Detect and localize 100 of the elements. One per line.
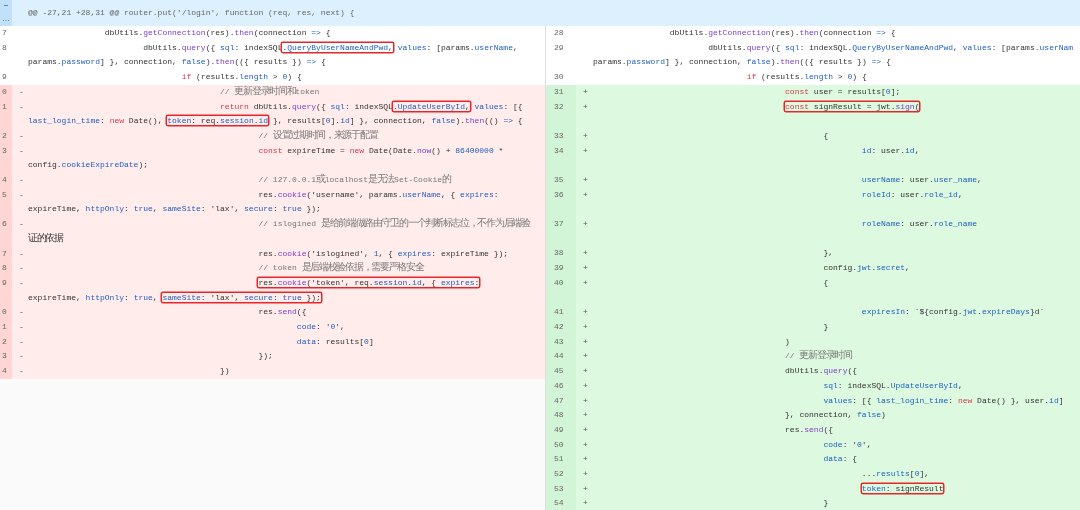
line-number: 51 [554, 454, 564, 464]
code-line: } [822, 497, 829, 510]
diff-sign: + [583, 175, 588, 184]
code-line: dbUtils.query({ sql: indexSQL.QueryByUserNameAndPwd, values: [params.userNam [707, 41, 1074, 54]
line-number: 2 [2, 130, 7, 140]
code-line: res.send({ [784, 423, 834, 436]
diff-sign: - [19, 336, 24, 346]
code-line: last_login_time: new Date(), token: req.session.id }, results[0].id] }, connection, false).then(() => { [28, 115, 523, 128]
code-line: }) [219, 365, 230, 378]
diff-sign: + [583, 498, 588, 508]
code-line: res.cookie('token', req.session.id, { expires: [257, 276, 480, 289]
expand-icon[interactable] [3, 3, 9, 23]
diff-sign: - [19, 189, 24, 199]
line-number: 44 [554, 351, 564, 361]
line-number: 0 [2, 86, 7, 96]
diff-sign: + [583, 307, 588, 317]
diff-sign: + [583, 424, 588, 434]
code-line: // token 是后端校验依据，需要严格安全 [257, 261, 424, 276]
diff-sign: - [19, 175, 24, 185]
code-line: dbUtils.getConnection(res).then(connection => { [668, 27, 896, 39]
code-line: token: signResult [860, 482, 944, 495]
line-number: 31 [554, 86, 564, 96]
line-number: 48 [554, 410, 564, 420]
line-number: 43 [554, 336, 564, 346]
line-number: 50 [554, 439, 564, 449]
line-number: 3 [2, 351, 7, 361]
diff-sign: - [19, 86, 24, 96]
line-number: 4 [2, 366, 7, 376]
code-line: // 更新登录时间和token [219, 84, 320, 99]
code-line: id: user.id, [860, 144, 920, 157]
line-number: 1 [2, 322, 7, 332]
diff-sign: - [19, 351, 24, 361]
code-line: { [822, 129, 829, 142]
line-number: 40 [554, 277, 564, 287]
line-number: 9 [2, 277, 7, 287]
diff-sign: + [583, 248, 588, 258]
code-line: config.cookieExpireDate); [28, 159, 149, 172]
code-line: return dbUtils.query({ sql: indexSQL.UpdateUserById, values: [{ [219, 100, 523, 113]
diff-sign: + [583, 219, 588, 229]
code-line: if (results.length > 0) { [180, 71, 302, 84]
code-line: data: results[0] [295, 335, 374, 348]
line-number: 3 [2, 145, 7, 155]
line-number: 0 [2, 307, 7, 317]
diff-sign: + [583, 101, 588, 111]
line-number: 54 [554, 498, 564, 508]
code-line: // 127.0.0.1或localhost是无法Set-Cookie的 [257, 173, 451, 188]
diff-sign: + [583, 366, 588, 376]
diff-sign: - [19, 366, 24, 376]
line-number: 36 [554, 189, 564, 199]
line-number: 1 [2, 101, 7, 111]
diff-sign: - [19, 248, 24, 258]
code-line: code: '0', [822, 438, 872, 451]
diff-sign: + [583, 189, 588, 199]
diff-sign: + [583, 336, 588, 346]
hunk-header: @@ -27,21 +28,31 @@ router.put('/login', function (req, res, next) { [27, 6, 355, 19]
code-line: roleName: user.role_name [860, 218, 978, 231]
code-line: roleId: user.role_id, [860, 188, 963, 201]
line-number: 32 [554, 101, 564, 111]
line-number: 30 [554, 72, 564, 82]
line-number: 9 [2, 72, 7, 82]
code-line: expireTime, httpOnly: true, sameSite: 'lax', secure: true }); [28, 291, 321, 304]
code-line: // 更新登录时间 [784, 349, 852, 364]
line-number: 47 [554, 395, 564, 405]
diff-sign: + [583, 130, 588, 140]
code-line: } [822, 321, 829, 333]
line-number: 28 [554, 28, 564, 37]
diff-sign: - [19, 219, 24, 229]
code-line: res.cookie('islogined', 1, { expires: expireTime }); [257, 247, 509, 260]
line-number: 49 [554, 424, 564, 434]
diff-sign: + [583, 439, 588, 449]
diff-sign: - [19, 263, 24, 273]
line-number: 37 [554, 219, 564, 229]
code-line: dbUtils.getConnection(res).then(connection => { [103, 27, 331, 39]
diff-sign: + [583, 263, 588, 273]
diff-sign: + [583, 410, 588, 420]
diff-sign: - [19, 322, 24, 332]
code-line: ...results[0], [860, 468, 930, 480]
diff-sign: + [583, 454, 588, 464]
diff-sign: - [19, 307, 24, 317]
diff-sign: - [19, 277, 24, 287]
line-number: 4 [2, 175, 7, 185]
code-line: const expireTime = new Date(Date.now() + 86400000 * [257, 144, 504, 157]
line-number: 38 [554, 248, 564, 258]
diff-sign: - [19, 101, 24, 111]
code-line: if (results.length > 0) { [745, 71, 867, 84]
line-number: 45 [554, 366, 564, 376]
line-number: 5 [2, 189, 7, 199]
code-line: userName: user.user_name, [860, 174, 982, 186]
code-line: dbUtils.query({ sql: indexSQL.QueryByUserNameAndPwd, values: [params.userName, [142, 41, 518, 54]
line-number: 42 [554, 322, 564, 331]
code-line: }, [822, 247, 834, 260]
diff-sign: + [583, 380, 588, 390]
code-line: const user = results[0]; [784, 85, 901, 98]
diff-sign: - [19, 145, 24, 155]
code-line: // 设置过期时间，来源于配置 [257, 128, 378, 143]
code-line: params.password] }, connection, false).then(({ results }) => { [28, 56, 326, 69]
code-line: data: { [822, 453, 858, 466]
diff-sign: + [583, 322, 588, 331]
line-number: 53 [554, 483, 564, 493]
code-line: const signResult = jwt.sign( [784, 100, 920, 113]
